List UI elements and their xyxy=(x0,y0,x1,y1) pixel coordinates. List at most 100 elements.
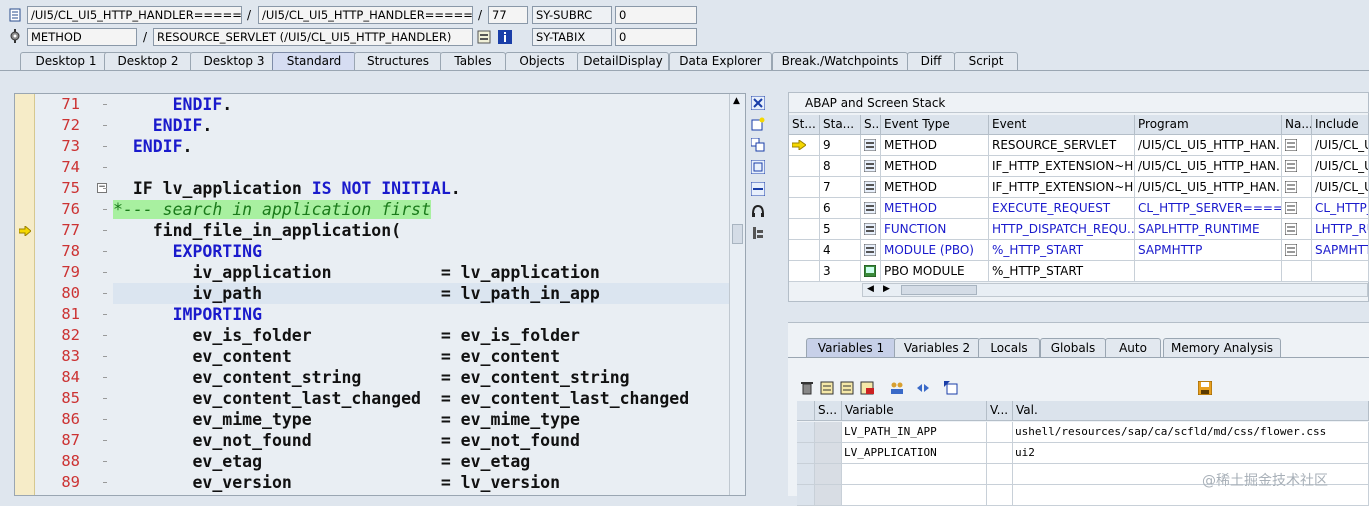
stack-column-header[interactable]: Event Type xyxy=(881,115,989,135)
maximize-icon[interactable] xyxy=(750,159,766,175)
stack-program-cell[interactable]: /UI5/CL_UI5_HTTP_HAN... xyxy=(1135,156,1282,177)
tab-desktop-1[interactable]: Desktop 1 xyxy=(20,52,112,70)
stack-include-cell[interactable]: SAPMHTT xyxy=(1312,240,1369,261)
stack-event-cell[interactable]: IF_HTTP_EXTENSION~H... xyxy=(989,177,1135,198)
delete-row-icon[interactable] xyxy=(860,381,874,395)
event-type-field[interactable]: METHOD xyxy=(27,28,137,46)
stack-event-cell[interactable]: IF_HTTP_EXTENSION~H... xyxy=(989,156,1135,177)
navigate-icon[interactable] xyxy=(1284,201,1298,215)
stack-hscroll[interactable]: ◀ ▶ xyxy=(862,283,1368,297)
stack-column-header[interactable]: Program xyxy=(1135,115,1282,135)
variables-column-header[interactable]: V... xyxy=(987,401,1013,421)
navigate-icon[interactable] xyxy=(1284,222,1298,236)
variable-value-cell[interactable]: ushell/resources/sap/ca/scfld/md/css/flo… xyxy=(1013,422,1369,443)
navigate-icon[interactable] xyxy=(1284,159,1298,173)
scroll-left-arrow-icon[interactable]: ◀ xyxy=(867,284,874,294)
sy-tabix-value[interactable]: 0 xyxy=(615,28,697,46)
tab-globals[interactable]: Globals xyxy=(1040,338,1106,357)
line-field[interactable]: 77 xyxy=(488,6,528,24)
stack-event-type-cell[interactable]: METHOD xyxy=(881,198,989,219)
replace-tool-icon[interactable] xyxy=(750,137,765,152)
navigate-icon[interactable] xyxy=(1284,243,1298,257)
stack-event-type-cell[interactable]: FUNCTION xyxy=(881,219,989,240)
stack-column-header[interactable]: Include xyxy=(1312,115,1369,135)
stack-event-cell[interactable]: EXECUTE_REQUEST xyxy=(989,198,1135,219)
stack-event-type-cell[interactable]: METHOD xyxy=(881,177,989,198)
services-icon[interactable] xyxy=(751,204,765,218)
stack-navigate-cell[interactable] xyxy=(1282,240,1312,261)
stack-include-cell[interactable] xyxy=(1312,261,1369,282)
tab-desktop-2[interactable]: Desktop 2 xyxy=(104,52,192,70)
stack-navigate-cell[interactable] xyxy=(1282,198,1312,219)
stack-program-cell[interactable]: CL_HTTP_SERVER====... xyxy=(1135,198,1282,219)
scroll-right-arrow-icon[interactable]: ▶ xyxy=(883,284,890,294)
tab-locals[interactable]: Locals xyxy=(978,338,1040,357)
stack-navigate-cell[interactable] xyxy=(1282,261,1312,282)
tab-objects[interactable]: Objects xyxy=(505,52,579,70)
append-row-icon[interactable] xyxy=(840,381,854,395)
tab-memory-analysis[interactable]: Memory Analysis xyxy=(1163,338,1281,357)
stack-program-cell[interactable]: /UI5/CL_UI5_HTTP_HAN... xyxy=(1135,177,1282,198)
stack-include-cell[interactable]: LHTTP_RU xyxy=(1312,219,1369,240)
variables-column-header[interactable]: Val. xyxy=(1013,401,1369,421)
hscroll-thumb[interactable] xyxy=(901,285,977,295)
import-icon[interactable] xyxy=(944,381,958,395)
insert-row-icon[interactable] xyxy=(820,381,834,395)
stack-include-cell[interactable]: /UI5/CL_U xyxy=(1312,135,1369,156)
tab-desktop-3[interactable]: Desktop 3 xyxy=(190,52,278,70)
variable-name-input[interactable]: LV_APPLICATION xyxy=(842,443,987,464)
stack-event-type-cell[interactable]: PBO MODULE xyxy=(881,261,989,282)
transfer-icon[interactable] xyxy=(916,381,930,395)
stack-column-header[interactable]: Event xyxy=(989,115,1135,135)
stack-column-header[interactable]: St... xyxy=(789,115,820,135)
variables-column-header[interactable]: Variable xyxy=(842,401,987,421)
new-tool-icon[interactable] xyxy=(751,117,765,131)
stack-event-type-cell[interactable]: METHOD xyxy=(881,135,989,156)
stack-include-cell[interactable]: /UI5/CL_U xyxy=(1312,156,1369,177)
stack-navigate-cell[interactable] xyxy=(1282,156,1312,177)
tab-data-explorer[interactable]: Data Explorer xyxy=(669,52,772,70)
row-selector-header[interactable] xyxy=(797,401,815,421)
tab-variables-2[interactable]: Variables 2 xyxy=(894,338,980,357)
row-selector[interactable] xyxy=(815,443,842,464)
group-icon[interactable] xyxy=(890,381,904,395)
tab-tables[interactable]: Tables xyxy=(440,52,506,70)
tab-auto[interactable]: Auto xyxy=(1105,338,1161,357)
stack-event-cell[interactable]: %_HTTP_START xyxy=(989,261,1135,282)
stack-program-cell[interactable]: SAPLHTTP_RUNTIME xyxy=(1135,219,1282,240)
stack-navigate-cell[interactable] xyxy=(1282,135,1312,156)
variable-name-input[interactable] xyxy=(842,464,987,485)
tab-script[interactable]: Script xyxy=(954,52,1018,70)
scroll-up-arrow-icon[interactable]: ▲ xyxy=(733,96,740,106)
stack-event-type-cell[interactable]: MODULE (PBO) xyxy=(881,240,989,261)
scroll-thumb[interactable] xyxy=(732,224,743,244)
tab-break-watchpoints[interactable]: Break./Watchpoints xyxy=(772,52,908,70)
stack-event-type-cell[interactable]: METHOD xyxy=(881,156,989,177)
navigate-icon[interactable] xyxy=(1284,138,1298,152)
save-icon[interactable] xyxy=(1197,380,1213,396)
tab-standard[interactable]: Standard xyxy=(272,52,356,70)
stack-include-cell[interactable]: CL_HTTP_S xyxy=(1312,198,1369,219)
row-selector[interactable] xyxy=(815,422,842,443)
variable-name-input[interactable]: LV_PATH_IN_APP xyxy=(842,422,987,443)
stack-program-cell[interactable] xyxy=(1135,261,1282,282)
stack-include-cell[interactable]: /UI5/CL_U xyxy=(1312,177,1369,198)
settings-icon[interactable] xyxy=(751,226,765,240)
navigate-icon[interactable] xyxy=(1284,180,1298,194)
stack-navigate-cell[interactable] xyxy=(1282,177,1312,198)
stack-event-cell[interactable]: HTTP_DISPATCH_REQU... xyxy=(989,219,1135,240)
row-selector[interactable] xyxy=(815,464,842,485)
event-field[interactable]: RESOURCE_SERVLET (/UI5/CL_UI5_HTTP_HANDL… xyxy=(153,28,473,46)
tab-structures[interactable]: Structures xyxy=(354,52,442,70)
variable-value-cell[interactable]: ui2 xyxy=(1013,443,1369,464)
delete-icon[interactable] xyxy=(800,381,814,395)
stack-column-header[interactable]: Na... xyxy=(1282,115,1312,135)
tab-variables-1[interactable]: Variables 1 xyxy=(806,338,896,357)
source-code-editor[interactable]: − 71 ENDIF. 72 ENDIF. 73 ENDIF. 74 75 IF lv_… xyxy=(14,93,746,496)
stack-event-cell[interactable]: RESOURCE_SERVLET xyxy=(989,135,1135,156)
info-icon[interactable] xyxy=(498,30,512,44)
vertical-scrollbar[interactable]: ▲ xyxy=(729,94,745,495)
stack-program-cell[interactable]: /UI5/CL_UI5_HTTP_HAN... xyxy=(1135,135,1282,156)
sy-subrc-value[interactable]: 0 xyxy=(615,6,697,24)
stack-program-cell[interactable]: SAPMHTTP xyxy=(1135,240,1282,261)
